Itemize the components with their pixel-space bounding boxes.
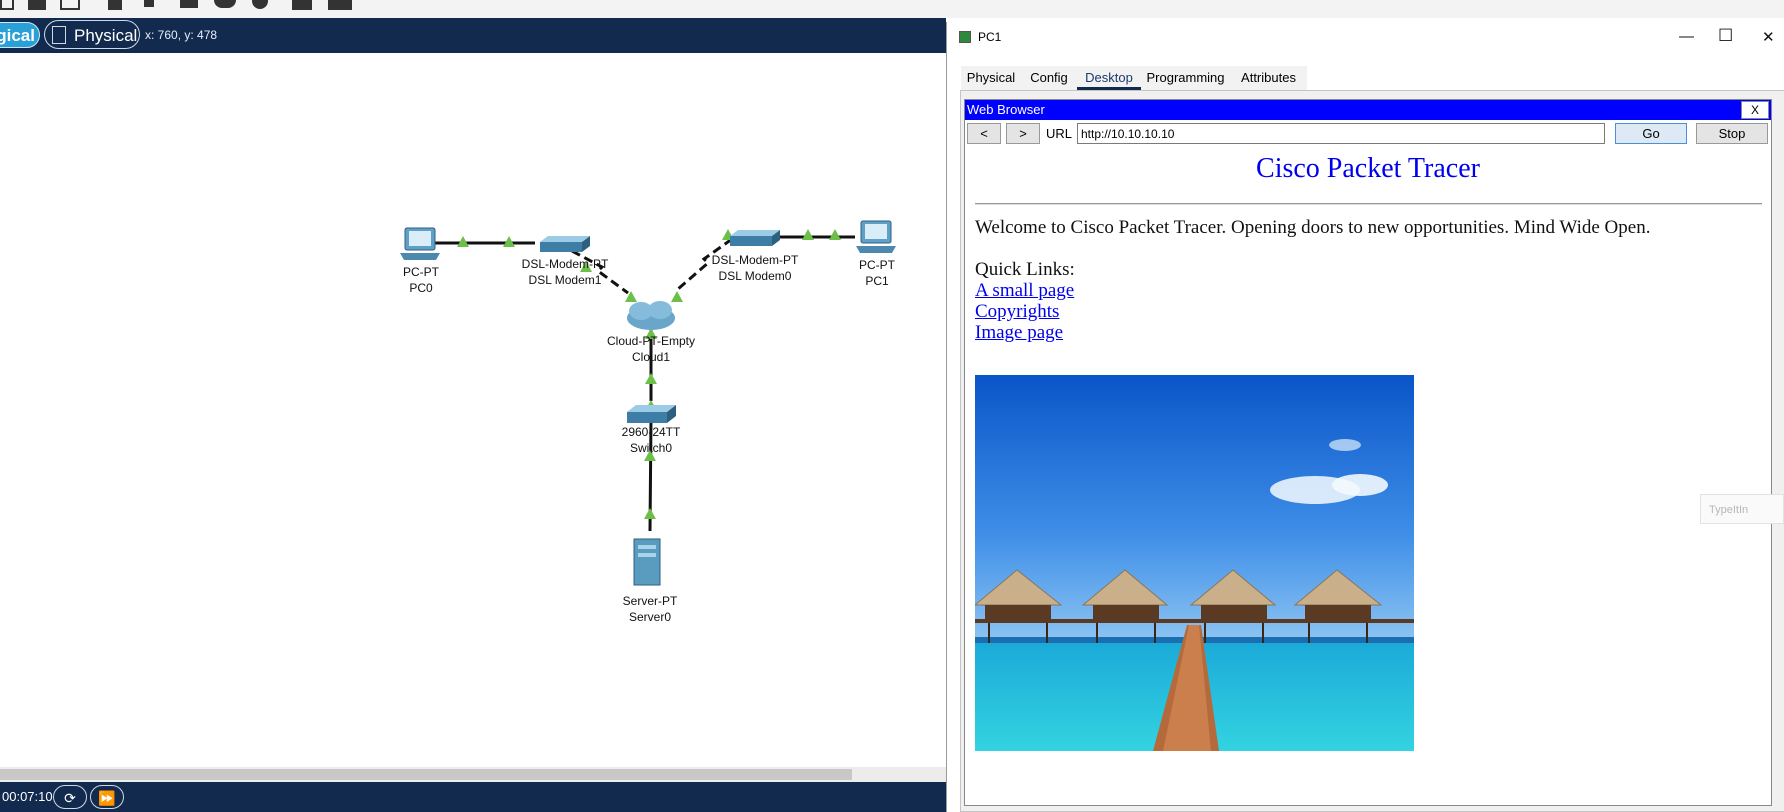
- cloud-icon[interactable]: [627, 301, 675, 330]
- palette-icon[interactable]: [292, 0, 312, 10]
- physical-mode-button[interactable]: Physical: [44, 20, 140, 49]
- app-icon: [959, 31, 971, 43]
- link-up-icon: [802, 229, 814, 240]
- beach-bungalows-image: [975, 375, 1414, 751]
- custom-device-icon[interactable]: [328, 0, 352, 10]
- inspect-icon[interactable]: [28, 0, 46, 10]
- device-type: PC-PT: [403, 265, 439, 279]
- scrollbar-thumb[interactable]: [0, 769, 852, 780]
- logical-mode-button[interactable]: gical: [0, 22, 40, 48]
- url-input[interactable]: [1077, 123, 1605, 144]
- device-name: PC1: [865, 274, 889, 288]
- freeform-icon[interactable]: [252, 0, 268, 9]
- topology-canvas: [400, 220, 896, 586]
- server-icon[interactable]: [633, 538, 661, 586]
- device-type: Cloud-PT-Empty: [606, 334, 696, 348]
- device-name: PC0: [409, 281, 433, 295]
- page-heading: Cisco Packet Tracer: [1256, 153, 1480, 184]
- device-name: Cloud1: [631, 350, 671, 364]
- physical-mode-label: Physical: [74, 26, 138, 45]
- link-small-page[interactable]: A small page: [975, 280, 1074, 302]
- forward-button[interactable]: >: [1006, 123, 1040, 144]
- device-type: DSL-Modem-PT: [521, 257, 609, 271]
- url-label: URL: [1046, 126, 1073, 141]
- simulation-time: 00:07:10: [2, 789, 53, 804]
- tab-programming[interactable]: Programming: [1141, 66, 1230, 90]
- pc1-window: PC1 — ☐ ✕ Physical Config Desktop Progra…: [946, 22, 1784, 812]
- device-type: Server-PT: [622, 594, 678, 608]
- cursor-coordinates: x: 760, y: 478: [145, 28, 218, 42]
- tab-attributes[interactable]: Attributes: [1230, 66, 1307, 90]
- device-type: DSL-Modem-PT: [711, 253, 799, 267]
- minimize-button[interactable]: —: [1679, 28, 1694, 45]
- modem-icon[interactable]: [540, 236, 590, 252]
- tab-desktop[interactable]: Desktop: [1077, 66, 1141, 90]
- back-button[interactable]: <: [967, 123, 1001, 144]
- power-cycle-icon: ⟳: [64, 790, 76, 806]
- main-toolbar: [0, 0, 1784, 18]
- pc-icon[interactable]: [400, 227, 440, 260]
- device-label-cloud1: Cloud-PT-Empty Cloud1: [596, 333, 706, 365]
- link-up-icon: [671, 291, 683, 302]
- go-button[interactable]: Go: [1615, 123, 1687, 144]
- tab-physical[interactable]: Physical: [961, 66, 1021, 90]
- typeitin-overlay[interactable]: TypeItIn: [1700, 494, 1784, 524]
- quick-links-heading: Quick Links:: [975, 259, 1075, 280]
- device-type: 2960-24TT: [621, 425, 681, 439]
- modem-icon[interactable]: [730, 230, 780, 246]
- browser-title: Web Browser: [967, 102, 1045, 117]
- device-name: Switch0: [629, 441, 673, 455]
- device-label-pc1: PC-PT PC1: [847, 257, 907, 289]
- tab-config[interactable]: Config: [1021, 66, 1077, 90]
- stop-button[interactable]: Stop: [1696, 123, 1768, 144]
- rectangle-icon[interactable]: [180, 0, 198, 8]
- switch-icon[interactable]: [627, 405, 676, 423]
- ellipse-icon[interactable]: [214, 0, 236, 8]
- web-browser: Web Browser X < > URL Go Stop Cisco Pack…: [964, 99, 1772, 806]
- device-label-modem0: DSL-Modem-PT DSL Modem0: [702, 252, 808, 284]
- link-up-icon: [644, 508, 656, 519]
- simulation-bar: 00:07:10 ⟳ ⏩: [0, 782, 946, 812]
- logical-workspace[interactable]: PC-PT PC0 DSL-Modem-PT DSL Modem1 DSL-Mo…: [0, 53, 946, 767]
- horizontal-scrollbar[interactable]: [0, 767, 946, 782]
- welcome-text: Welcome to Cisco Packet Tracer. Opening …: [975, 217, 1651, 238]
- browser-title-bar: Web Browser X: [965, 100, 1771, 120]
- device-label-pc0: PC-PT PC0: [391, 264, 451, 296]
- device-name: DSL Modem0: [718, 269, 792, 283]
- power-cycle-button[interactable]: ⟳: [53, 785, 87, 809]
- note-icon[interactable]: [108, 0, 122, 10]
- browser-close-button[interactable]: X: [1741, 101, 1769, 119]
- maximize-button[interactable]: ☐: [1718, 26, 1733, 46]
- resize-icon[interactable]: [60, 0, 80, 10]
- mode-bar: gical Physical x: 760, y: 478: [0, 18, 946, 53]
- link-image-page[interactable]: Image page: [975, 322, 1063, 344]
- device-label-switch0: 2960-24TT Switch0: [606, 424, 696, 456]
- draw-line-icon[interactable]: [144, 0, 154, 7]
- device-label-server0: Server-PT Server0: [605, 593, 695, 625]
- link-up-icon: [829, 229, 841, 240]
- window-title: PC1: [978, 30, 1002, 44]
- device-name: DSL Modem1: [528, 273, 602, 287]
- pc-icon[interactable]: [856, 220, 896, 253]
- physical-view-icon: [52, 26, 66, 44]
- fast-forward-button[interactable]: ⏩: [90, 785, 124, 809]
- link-copyrights[interactable]: Copyrights: [975, 301, 1059, 323]
- close-button[interactable]: ✕: [1762, 28, 1775, 46]
- link-up-icon: [645, 373, 657, 384]
- fast-forward-icon: ⏩: [98, 790, 116, 806]
- divider: [975, 203, 1762, 205]
- device-label-modem1: DSL-Modem-PT DSL Modem1: [512, 256, 618, 288]
- device-type: PC-PT: [859, 258, 895, 272]
- device-name: Server0: [628, 610, 672, 624]
- zoom-icon[interactable]: [0, 0, 14, 10]
